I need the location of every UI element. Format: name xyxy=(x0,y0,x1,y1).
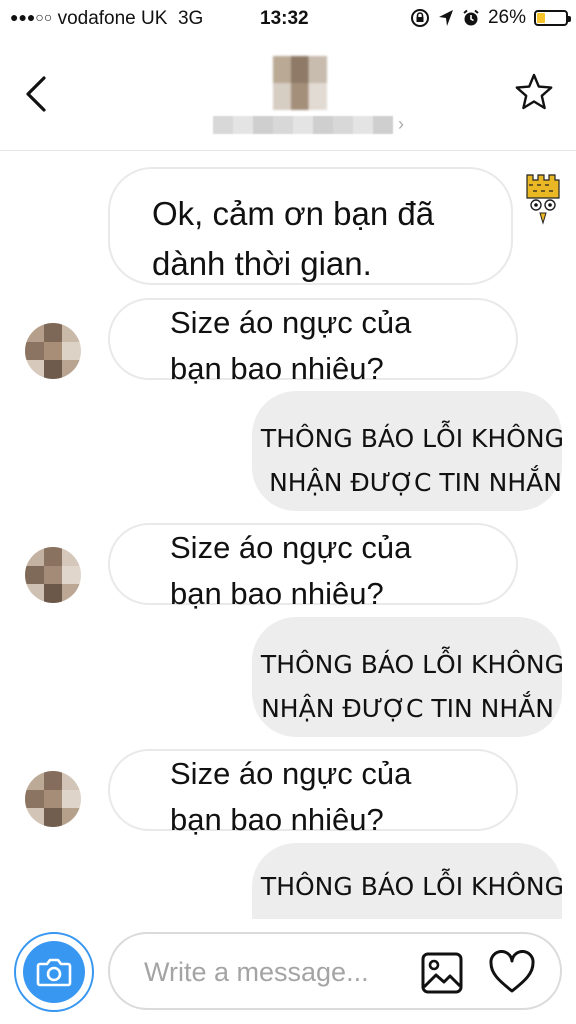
chevron-left-icon[interactable] xyxy=(20,74,54,114)
incoming-message[interactable]: Ok, cảm ơn bạn đã dành thời gian. xyxy=(108,167,513,285)
status-right: 26% xyxy=(410,7,571,29)
message-text-line: THÔNG BÁO LỖI KHÔNG xyxy=(260,424,564,453)
message-text-line: bạn bao nhiêu? xyxy=(170,576,384,611)
camera-button[interactable] xyxy=(14,932,94,1012)
castle-sticker-icon xyxy=(526,174,560,225)
message-thread[interactable]: Ok, cảm ơn bạn đã dành thời gian. Size á… xyxy=(0,151,576,919)
heart-icon[interactable] xyxy=(488,949,536,995)
conversation-header: › xyxy=(0,38,576,151)
message-text-line: THÔNG BÁO LỖI KHÔNG xyxy=(260,650,564,679)
sender-avatar-blurred[interactable] xyxy=(25,323,81,379)
message-text-line: Ok, cảm ơn bạn đã xyxy=(152,195,435,232)
camera-icon xyxy=(36,958,72,987)
status-bar: ●●●○○ vodafone UK 3G 13:32 26% xyxy=(0,0,576,38)
location-arrow-icon xyxy=(438,10,453,26)
incoming-message[interactable]: Size áo ngực của bạn bao nhiêu? xyxy=(108,523,518,611)
contact-name-blurred[interactable] xyxy=(213,116,393,134)
network-type: 3G xyxy=(177,8,204,29)
outgoing-message[interactable]: THÔNG BÁO LỖI KHÔNG NHẬN ĐƯỢC TIN NHẮN xyxy=(252,617,564,737)
message-text-line: NHẬN ĐƯỢC TIN NHẮN xyxy=(261,694,554,723)
clock: 13:32 xyxy=(260,8,309,29)
contact-avatar[interactable] xyxy=(273,56,327,110)
alarm-icon xyxy=(463,9,479,26)
message-text-line: Size áo ngực của xyxy=(170,756,412,791)
outgoing-message[interactable]: THÔNG BÁO LỖI KHÔNG xyxy=(252,843,564,919)
battery-percent: 26% xyxy=(487,7,526,28)
incoming-message[interactable]: Size áo ngực của bạn bao nhiêu? xyxy=(108,298,518,386)
message-text-line: dành thời gian. xyxy=(152,245,372,282)
message-text-line: NHẬN ĐƯỢC TIN NHẮN xyxy=(269,468,562,497)
rotation-lock-icon xyxy=(410,9,429,27)
battery-icon xyxy=(534,10,571,26)
contact-details-chevron-icon[interactable]: › xyxy=(398,114,404,135)
status-left: ●●●○○ vodafone UK 3G xyxy=(10,8,203,30)
message-input[interactable] xyxy=(142,952,416,992)
sender-avatar-blurred[interactable] xyxy=(25,547,81,603)
camera-button-fill xyxy=(23,941,85,1003)
message-input-container[interactable] xyxy=(108,932,562,1010)
message-text-line: Size áo ngực của xyxy=(170,530,412,565)
image-icon[interactable] xyxy=(420,951,464,995)
message-composer xyxy=(0,920,576,1024)
battery-level xyxy=(537,13,545,23)
message-text-line: bạn bao nhiêu? xyxy=(170,351,384,386)
carrier-name: vodafone UK xyxy=(57,8,168,29)
battery-cap xyxy=(568,16,571,22)
outgoing-message[interactable]: THÔNG BÁO LỖI KHÔNG NHẬN ĐƯỢC TIN NHẮN xyxy=(252,391,564,511)
incoming-message[interactable]: Size áo ngực của bạn bao nhiêu? xyxy=(108,749,518,837)
message-text-line: THÔNG BÁO LỖI KHÔNG xyxy=(260,872,564,901)
message-text-line: Size áo ngực của xyxy=(170,305,412,340)
message-text-line: bạn bao nhiêu? xyxy=(170,802,384,837)
star-outline-icon[interactable] xyxy=(514,72,554,112)
signal-strength-icon: ●●●○○ xyxy=(10,9,53,25)
sender-avatar-blurred[interactable] xyxy=(25,771,81,827)
